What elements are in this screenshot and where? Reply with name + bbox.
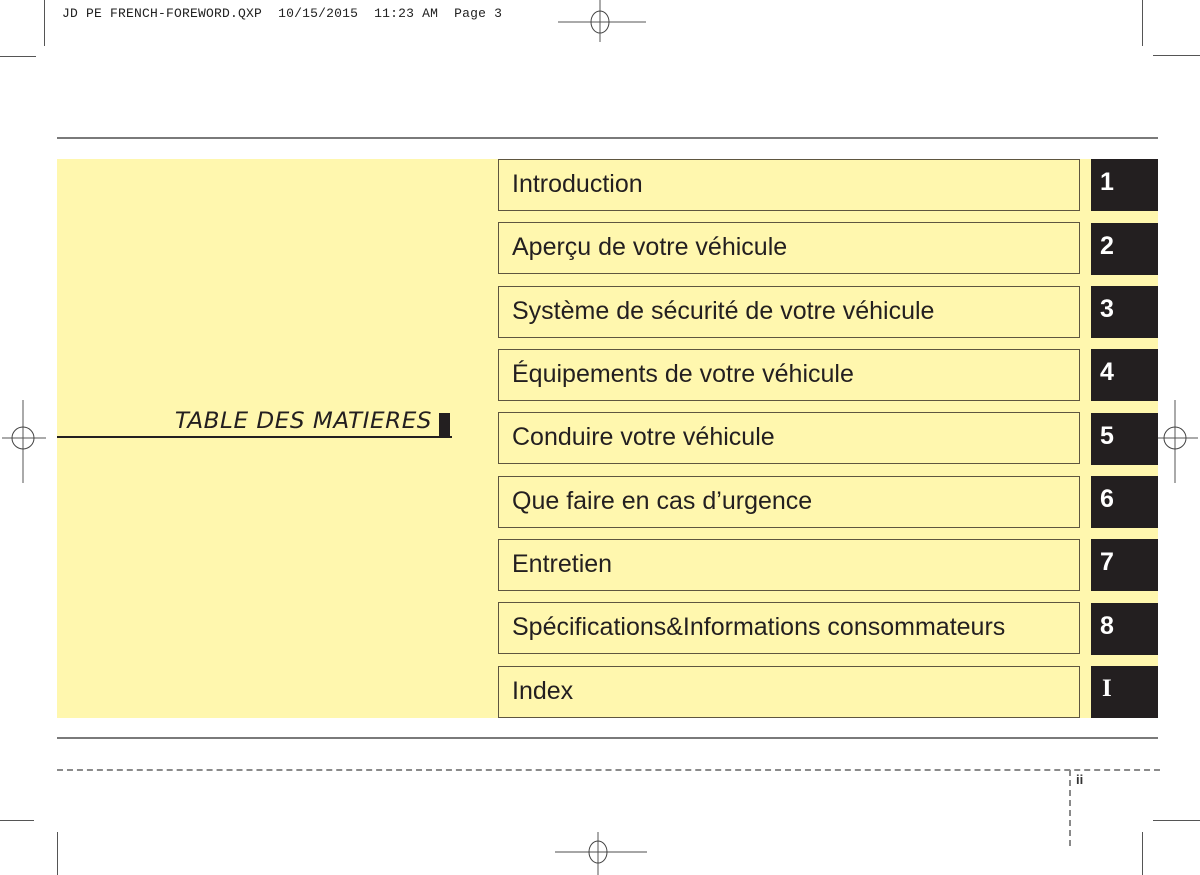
toc-entry-specifications[interactable]: Spécifications&Informations consommateur… <box>498 602 1080 654</box>
title-underline <box>57 436 452 438</box>
slug-time: 11:23 AM <box>374 6 439 21</box>
chapter-tab-number: 1 <box>1100 168 1114 196</box>
chapter-tab-7[interactable]: 7 <box>1091 539 1158 591</box>
toc-entry-index[interactable]: Index <box>498 666 1080 718</box>
registration-mark-top <box>558 0 648 42</box>
trim-line-vertical <box>1069 770 1071 846</box>
slug-page: Page 3 <box>454 6 503 21</box>
toc-entry-label: Équipements de votre véhicule <box>512 360 854 388</box>
slug-date: 10/15/2015 <box>278 6 359 21</box>
crop-mark-bottom-left-vertical <box>57 832 58 875</box>
chapter-tab-2[interactable]: 2 <box>1091 223 1158 275</box>
toc-entry-label: Système de sécurité de votre véhicule <box>512 297 935 325</box>
toc-entry-entretien[interactable]: Entretien <box>498 539 1080 591</box>
crop-mark-bottom-right-horizontal <box>1153 820 1200 821</box>
chapter-tab-index[interactable]: I <box>1091 666 1158 718</box>
crop-mark-top-right-vertical <box>1142 0 1143 46</box>
registration-mark-right <box>1152 395 1200 485</box>
chapter-tab-number: 3 <box>1100 295 1114 323</box>
chapter-tab-number: 2 <box>1100 232 1114 260</box>
toc-entry-equipements[interactable]: Équipements de votre véhicule <box>498 349 1080 401</box>
toc-entry-apercu[interactable]: Aperçu de votre véhicule <box>498 222 1080 274</box>
page-folio: ii <box>1076 772 1084 787</box>
printer-slug: JD PE FRENCH-FOREWORD.QXP 10/15/2015 11:… <box>62 6 502 21</box>
title-marker-block <box>439 413 450 437</box>
toc-entry-label: Spécifications&Informations consommateur… <box>512 613 1006 641</box>
chapter-tab-number: 5 <box>1100 422 1114 450</box>
crop-mark-top-left-vertical <box>44 0 45 46</box>
toc-entry-securite[interactable]: Système de sécurité de votre véhicule <box>498 286 1080 338</box>
chapter-tab-number: 6 <box>1100 485 1114 513</box>
page-title: TABLE DES MATIERES <box>174 409 432 434</box>
toc-entry-conduire[interactable]: Conduire votre véhicule <box>498 412 1080 464</box>
bottom-rule <box>57 737 1158 739</box>
chapter-tab-number: I <box>1102 675 1112 702</box>
chapter-tab-number: 4 <box>1100 358 1114 386</box>
toc-entry-label: Aperçu de votre véhicule <box>512 233 788 261</box>
chapter-tab-number: 8 <box>1100 612 1114 640</box>
crop-mark-top-left-horizontal <box>0 56 36 57</box>
toc-entry-label: Entretien <box>512 550 613 578</box>
registration-mark-bottom <box>555 832 647 875</box>
toc-entry-label: Introduction <box>512 170 643 198</box>
toc-entry-urgence[interactable]: Que faire en cas d’urgence <box>498 476 1080 528</box>
toc-entry-label: Conduire votre véhicule <box>512 423 775 451</box>
top-rule <box>57 137 1158 139</box>
chapter-tab-6[interactable]: 6 <box>1091 476 1158 528</box>
chapter-tab-1[interactable]: 1 <box>1091 159 1158 211</box>
toc-entry-label: Index <box>512 677 574 705</box>
chapter-tab-4[interactable]: 4 <box>1091 349 1158 401</box>
chapter-tab-8[interactable]: 8 <box>1091 603 1158 655</box>
toc-entry-label: Que faire en cas d’urgence <box>512 487 813 515</box>
toc-entry-introduction[interactable]: Introduction <box>498 159 1080 211</box>
registration-mark-left <box>0 395 48 485</box>
crop-mark-top-right-horizontal <box>1153 55 1200 56</box>
crop-mark-bottom-right-vertical <box>1142 832 1143 875</box>
slug-filename: JD PE FRENCH-FOREWORD.QXP <box>62 6 263 21</box>
chapter-tab-5[interactable]: 5 <box>1091 413 1158 465</box>
chapter-tab-3[interactable]: 3 <box>1091 286 1158 338</box>
chapter-tab-number: 7 <box>1100 548 1114 576</box>
trim-line-horizontal <box>57 769 1160 771</box>
crop-mark-bottom-left-horizontal <box>0 820 34 821</box>
